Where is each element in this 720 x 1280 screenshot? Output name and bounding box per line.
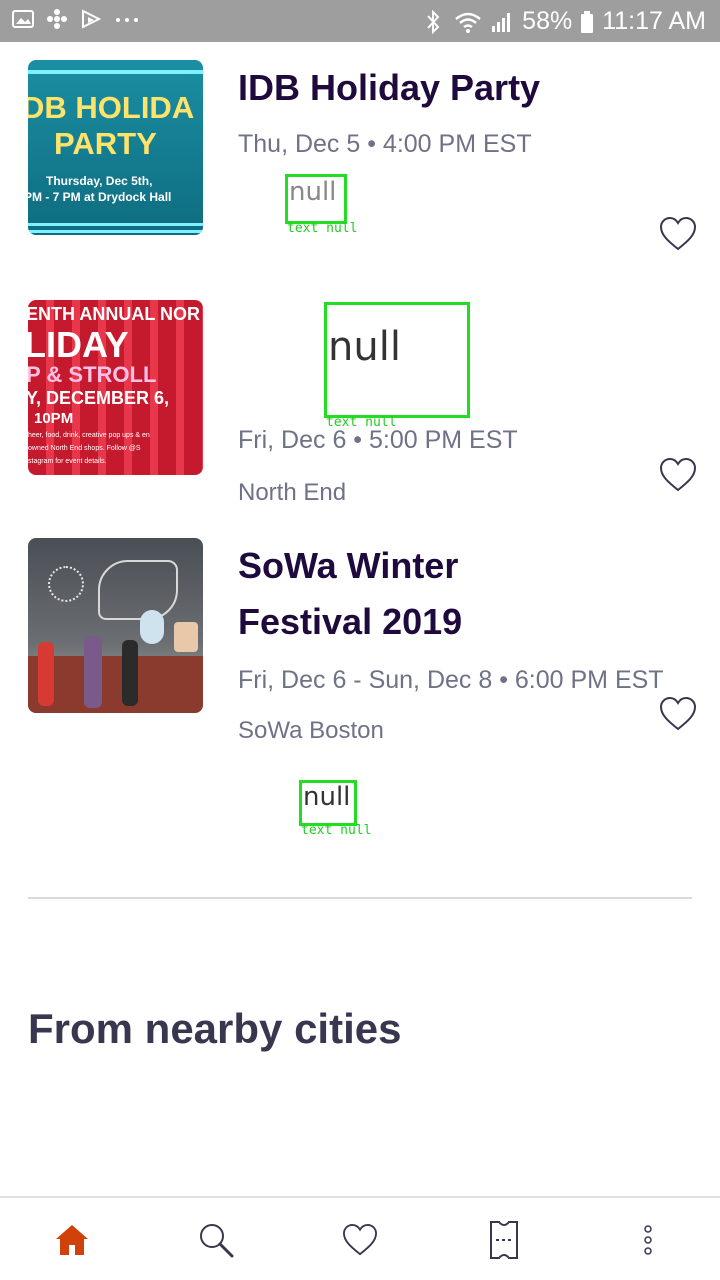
- thumb-text: heer, food, drink, creative pop ups & en: [28, 432, 150, 439]
- gallery-icon: [12, 8, 34, 30]
- event-venue: SoWa Boston: [238, 717, 384, 744]
- bluetooth-icon: [424, 9, 446, 35]
- null-text: null: [328, 324, 401, 370]
- thumb-text: Thursday, Dec 5th,: [46, 174, 153, 188]
- nav-tickets-icon[interactable]: [484, 1218, 524, 1262]
- nav-more-vertical-icon[interactable]: [628, 1218, 668, 1262]
- favorite-heart-icon[interactable]: [658, 696, 698, 732]
- event-thumbnail: [28, 538, 203, 713]
- thumb-text: ENTH ANNUAL NOR: [28, 304, 200, 324]
- null-text: null: [303, 782, 351, 812]
- event-title-line: Festival 2019: [238, 601, 463, 642]
- nav-search-icon[interactable]: [196, 1218, 236, 1262]
- bottom-navigation: [0, 1196, 720, 1280]
- event-venue: North End: [238, 479, 347, 506]
- thumb-text: P & STROLL: [28, 362, 157, 387]
- more-dots-icon: [114, 8, 138, 30]
- thumb-text: PM - 7 PM at Drydock Hall: [28, 190, 172, 204]
- status-time: 11:17 AM: [602, 6, 706, 35]
- thumb-text: Y, DECEMBER 6,: [28, 388, 170, 408]
- section-divider: [28, 897, 692, 899]
- favorite-heart-icon[interactable]: [658, 457, 698, 493]
- thumb-text: LIDAY: [28, 324, 129, 365]
- event-title-line: SoWa Winter: [238, 545, 459, 586]
- section-title: From nearby cities: [28, 1005, 402, 1052]
- favorite-heart-icon[interactable]: [658, 216, 698, 252]
- null-placeholder: null: [285, 174, 347, 224]
- event-thumbnail: DB HOLIDA PARTY Thursday, Dec 5th, PM - …: [28, 60, 203, 235]
- event-thumbnail: ENTH ANNUAL NOR LIDAY P & STROLL Y, DECE…: [28, 300, 203, 475]
- event-card[interactable]: ENTH ANNUAL NOR LIDAY P & STROLL Y, DECE…: [0, 300, 720, 510]
- null-placeholder: null: [299, 780, 357, 826]
- null-caption: text null: [287, 221, 358, 236]
- thumb-text: PARTY: [54, 126, 157, 161]
- wifi-icon: [454, 10, 482, 33]
- nav-home-icon[interactable]: [52, 1218, 92, 1262]
- status-bar: 58% 11:17 AM: [0, 0, 720, 42]
- null-text: null: [289, 177, 337, 207]
- event-title[interactable]: SoWa Winter Festival 2019: [238, 538, 658, 650]
- thumb-text: DB HOLIDA: [28, 90, 195, 125]
- null-placeholder: null: [324, 302, 470, 418]
- null-caption: text null: [301, 823, 372, 838]
- cast-icon: [80, 8, 102, 30]
- event-date: Thu, Dec 5 • 4:00 PM EST: [238, 130, 532, 158]
- event-card[interactable]: DB HOLIDA PARTY Thursday, Dec 5th, PM - …: [0, 60, 720, 260]
- nav-likes-icon[interactable]: [340, 1218, 380, 1262]
- battery-percent: 58%: [522, 6, 573, 35]
- event-date: Fri, Dec 6 • 5:00 PM EST: [238, 426, 518, 454]
- event-card[interactable]: SoWa Winter Festival 2019 Fri, Dec 6 - S…: [0, 538, 720, 838]
- signal-icon: [490, 10, 514, 32]
- event-date: Fri, Dec 6 - Sun, Dec 8 • 6:00 PM EST: [238, 666, 664, 694]
- event-title[interactable]: IDB Holiday Party: [238, 60, 658, 116]
- fan-icon: [46, 8, 68, 30]
- thumb-text: 10PM: [34, 410, 74, 427]
- thumb-text: stagram for event details.: [28, 458, 107, 465]
- thumb-text: owned North End shops. Follow @S: [28, 445, 141, 452]
- battery-icon: [580, 10, 594, 33]
